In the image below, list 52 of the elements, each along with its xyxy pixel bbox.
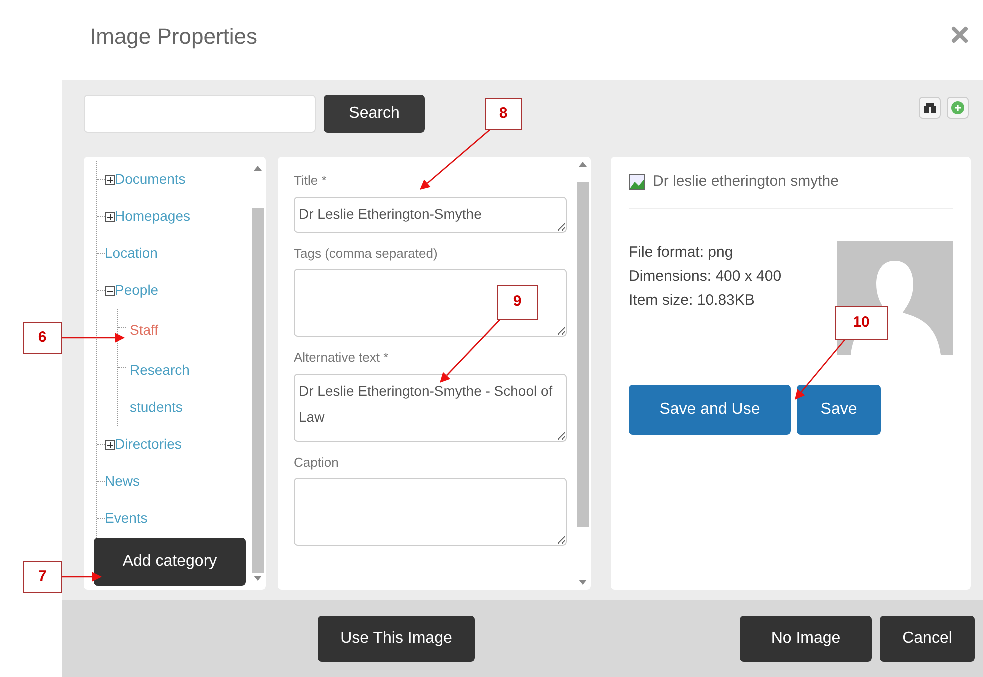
callout-arrow [795, 340, 846, 400]
text-area[interactable]: Dr Leslie Etherington-Smythe - School of Law [294, 374, 567, 442]
scrollbar-thumb[interactable] [252, 208, 264, 573]
search-button[interactable]: Search [324, 95, 425, 133]
save-and-use-button[interactable]: Save and Use [629, 384, 791, 434]
tree-item[interactable]: Events [105, 500, 148, 537]
use-image-button[interactable]: Use This Image [318, 616, 475, 662]
tree-item[interactable]: Documents [115, 161, 186, 198]
collapse-icon[interactable] [105, 286, 115, 296]
save-button[interactable]: Save [797, 384, 881, 434]
cancel-button[interactable]: Cancel [880, 616, 975, 662]
expand-icon[interactable] [105, 212, 115, 222]
dialog-title: Image Properties [90, 23, 258, 51]
info-text: Dimensions: 400 x 400 [629, 266, 783, 286]
no-image-button[interactable]: No Image [740, 616, 872, 662]
image-name: Dr leslie etherington smythe [653, 172, 839, 192]
field-label: Title * [294, 172, 328, 190]
callout-number: 6 [23, 322, 62, 354]
info-text: Item size: 10.83KB [629, 290, 756, 310]
image-icon [629, 174, 645, 190]
callout-arrow [62, 333, 125, 343]
expand-icon[interactable] [105, 175, 115, 185]
callout-arrow [440, 320, 500, 383]
callout-number: 10 [835, 306, 888, 340]
search-field[interactable] [84, 95, 316, 133]
scroll-down-icon[interactable] [254, 576, 262, 581]
callout-arrow [420, 130, 490, 190]
tree-item[interactable]: People [115, 272, 159, 309]
field-label: Tags (comma separated) [294, 244, 439, 263]
tree-item[interactable]: News [105, 463, 140, 500]
field-label: Caption [294, 454, 340, 472]
tree-item[interactable]: Research students [130, 352, 210, 426]
scroll-up-icon[interactable] [254, 166, 262, 171]
text-area[interactable]: Dr Leslie Etherington-Smythe [294, 196, 567, 232]
info-text: File format: png [629, 242, 734, 262]
expand-icon[interactable] [105, 440, 115, 450]
callout-number: 8 [485, 98, 522, 130]
scroll-down-icon[interactable] [579, 580, 587, 585]
scrollbar-thumb[interactable] [577, 182, 589, 527]
tree-item[interactable]: Staff [130, 312, 210, 349]
tree-item[interactable]: Location [105, 235, 158, 272]
add-category-button[interactable]: Add category [94, 538, 246, 586]
callout-arrow [62, 572, 102, 582]
field-label: Alternative text * [294, 349, 390, 367]
tree-item[interactable]: Directories [115, 426, 182, 463]
callout-number: 9 [497, 285, 538, 320]
scroll-up-icon[interactable] [579, 162, 587, 167]
callout-number: 7 [23, 561, 62, 593]
tree-item[interactable]: Homepages [115, 198, 190, 235]
add-icon[interactable] [947, 97, 969, 119]
close-icon[interactable] [951, 26, 969, 44]
binoculars-icon[interactable] [919, 97, 941, 119]
